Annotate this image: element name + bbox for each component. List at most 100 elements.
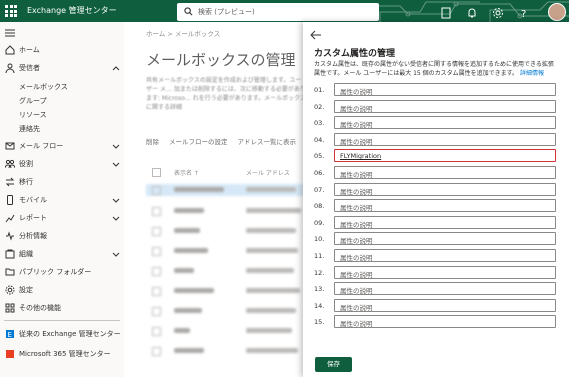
- attribute-number: 07.: [314, 185, 325, 194]
- nav-item-label: Microsoft 365 管理センター: [19, 350, 111, 358]
- attribute-value: 属性の説明: [340, 137, 373, 146]
- nav-item-settings[interactable]: 設定: [0, 282, 124, 298]
- nav-item-m365-admin[interactable]: Microsoft 365 管理センター: [0, 346, 124, 362]
- nav-item-home[interactable]: ホーム: [0, 42, 124, 58]
- panel-description: カスタム属性は、既存の属性がない受信者に関する情報を追加するために使用できる拡張…: [314, 60, 559, 78]
- nav-item-reports[interactable]: レポート: [0, 210, 124, 226]
- back-arrow-icon[interactable]: [310, 30, 322, 40]
- sidebar-item-resources[interactable]: リソース: [19, 110, 47, 120]
- attribute-row: 10. 属性の説明: [314, 232, 564, 247]
- document-icon[interactable]: [440, 4, 452, 19]
- custom-attribute-02-input[interactable]: 属性の説明: [334, 99, 556, 113]
- nav-item-label: パブリック フォルダー: [19, 268, 92, 276]
- nav-item-label: メール フロー: [19, 142, 64, 150]
- attribute-value: 属性の説明: [340, 104, 373, 113]
- nav-divider: [4, 320, 120, 321]
- custom-attribute-08-input[interactable]: 属性の説明: [334, 199, 556, 213]
- search-box[interactable]: 検索 (プレビュー): [177, 3, 379, 21]
- sidebar-item-groups[interactable]: グループ: [19, 96, 47, 106]
- custom-attribute-13-input[interactable]: 属性の説明: [334, 282, 556, 296]
- help-icon[interactable]: ?: [518, 4, 530, 20]
- nav-item-organization[interactable]: 組織: [0, 246, 124, 262]
- custom-attribute-03-input[interactable]: 属性の説明: [334, 116, 556, 130]
- attribute-row: 08. 属性の説明: [314, 199, 564, 214]
- panel-description-text: カスタム属性は、既存の属性がない受信者に関する情報を追加するために使用できる拡張…: [314, 61, 554, 77]
- nav-item-migration[interactable]: 移行: [0, 174, 124, 190]
- modal-overlay[interactable]: [124, 22, 304, 377]
- custom-attribute-14-input[interactable]: 属性の説明: [334, 298, 556, 312]
- svg-text:?: ?: [521, 9, 526, 19]
- organization-icon: [5, 249, 15, 259]
- sidebar-item-mailboxes[interactable]: メールボックス: [19, 82, 68, 92]
- attribute-row: 06. 属性の説明: [314, 166, 564, 181]
- chevron-down-icon: [112, 198, 120, 203]
- custom-attribute-07-input[interactable]: 属性の説明: [334, 182, 556, 196]
- custom-attributes-panel: カスタム属性の管理 カスタム属性は、既存の属性がない受信者に関する情報を追加する…: [303, 22, 569, 377]
- bell-icon[interactable]: [466, 4, 478, 18]
- attribute-number: 03.: [314, 119, 325, 128]
- attribute-row: 05. FLYMigration: [314, 149, 564, 164]
- attribute-number: 08.: [314, 202, 325, 211]
- nav-item-label: 役割: [19, 160, 33, 168]
- nav-item-roles[interactable]: 役割: [0, 156, 124, 172]
- learn-more-link[interactable]: 詳細情報: [520, 70, 544, 77]
- custom-attribute-01-input[interactable]: 属性の説明: [334, 83, 556, 96]
- exchange-icon: E: [6, 330, 14, 339]
- nav-item-label: ホーム: [19, 46, 40, 54]
- attribute-value: 属性の説明: [340, 320, 373, 329]
- person-icon: [5, 63, 15, 73]
- reports-icon: [5, 214, 15, 223]
- app-title[interactable]: Exchange 管理センター: [27, 5, 117, 16]
- nav-item-public-folders[interactable]: パブリック フォルダー: [0, 264, 124, 280]
- attribute-number: 13.: [314, 285, 325, 294]
- more-features-icon: [5, 303, 15, 313]
- attribute-row: 03. 属性の説明: [314, 116, 564, 131]
- nav-item-classic-eac[interactable]: E 従来の Exchange 管理センター: [0, 326, 124, 342]
- left-nav: ホーム 受信者 メールボックス グループ リソース 連絡先 メール フロー 役割…: [0, 22, 124, 377]
- settings-icon: [5, 285, 15, 295]
- attribute-number: 01.: [314, 86, 325, 94]
- attribute-row: 11. 属性の説明: [314, 249, 564, 264]
- custom-attribute-09-input[interactable]: 属性の説明: [334, 215, 556, 229]
- nav-item-label: 組織: [19, 250, 33, 258]
- custom-attribute-05-input[interactable]: FLYMigration: [334, 149, 556, 163]
- avatar[interactable]: [548, 3, 566, 21]
- insights-icon: [6, 231, 14, 241]
- nav-item-mail-flow[interactable]: メール フロー: [0, 138, 124, 154]
- nav-item-mobile[interactable]: モバイル: [0, 192, 124, 208]
- custom-attribute-10-input[interactable]: 属性の説明: [334, 232, 556, 246]
- folder-icon: [5, 268, 15, 276]
- nav-item-label: モバイル: [19, 196, 47, 204]
- m365-icon: [6, 350, 14, 358]
- attribute-number: 11.: [314, 252, 325, 260]
- attribute-row: 12. 属性の説明: [314, 265, 564, 281]
- nav-item-recipients[interactable]: 受信者: [0, 60, 124, 76]
- custom-attribute-04-input[interactable]: 属性の説明: [334, 132, 556, 146]
- attribute-number: 06.: [314, 169, 325, 177]
- custom-attribute-12-input[interactable]: 属性の説明: [334, 265, 556, 279]
- svg-text:E: E: [8, 331, 12, 339]
- attribute-number: 09.: [314, 218, 325, 227]
- attribute-value: 属性の説明: [340, 220, 373, 229]
- save-button[interactable]: 保存: [315, 357, 352, 372]
- sidebar-item-contacts[interactable]: 連絡先: [19, 124, 40, 134]
- gear-icon[interactable]: [492, 4, 504, 18]
- custom-attribute-15-input[interactable]: 属性の説明: [334, 315, 556, 329]
- attribute-value: 属性の説明: [340, 254, 373, 262]
- app-launcher-icon[interactable]: [5, 5, 17, 17]
- custom-attribute-11-input[interactable]: 属性の説明: [334, 249, 556, 262]
- nav-item-more-features[interactable]: その他の機能: [0, 300, 124, 316]
- attribute-number: 12.: [314, 268, 325, 277]
- nav-item-label: 従来の Exchange 管理センター: [19, 330, 121, 338]
- custom-attribute-06-input[interactable]: 属性の説明: [334, 166, 556, 179]
- attribute-value: 属性の説明: [340, 187, 373, 196]
- top-bar: Exchange 管理センター 検索 (プレビュー) ?: [0, 0, 569, 22]
- attribute-row: 15. 属性の説明: [314, 315, 564, 330]
- nav-item-insights[interactable]: 分析情報: [0, 228, 124, 244]
- hamburger-icon[interactable]: [5, 29, 15, 37]
- attribute-row: 01. 属性の説明: [314, 83, 564, 98]
- attribute-value: 属性の説明: [340, 171, 373, 179]
- home-icon: [5, 45, 15, 55]
- attribute-value: 属性の説明: [340, 121, 373, 130]
- attribute-row: 07. 属性の説明: [314, 182, 564, 198]
